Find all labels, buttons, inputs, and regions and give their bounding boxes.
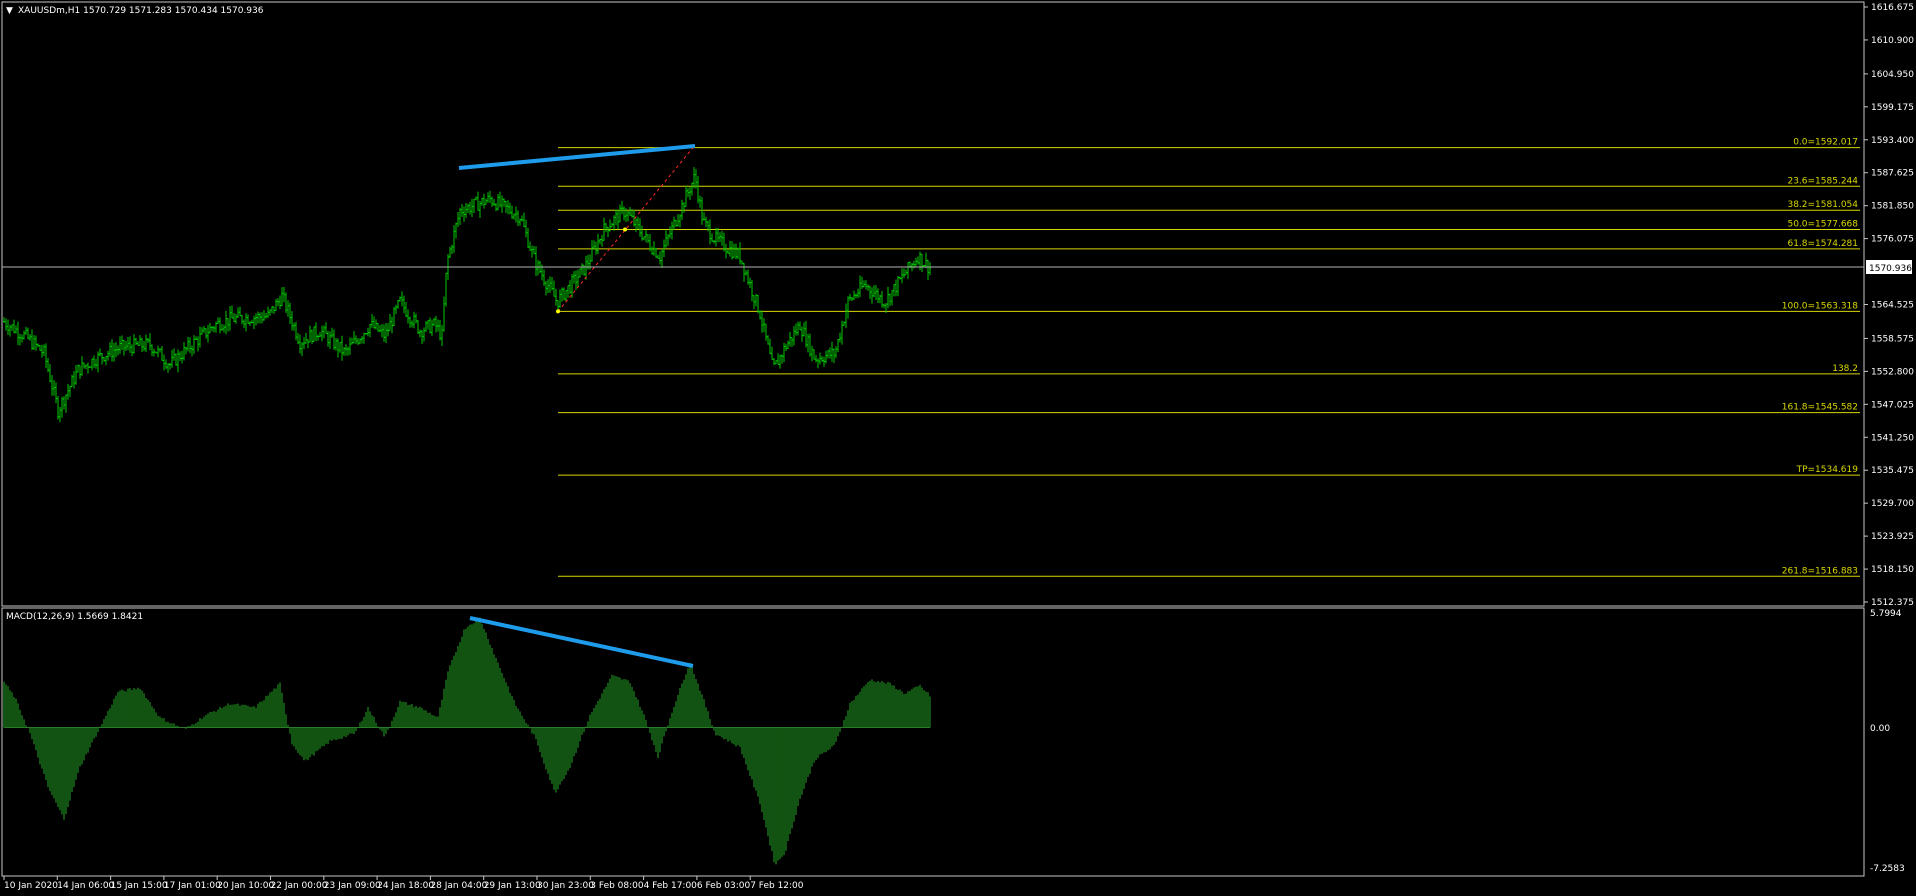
time-axis-label: 29 Jan 13:00 — [484, 881, 541, 891]
price-axis-label: 1610.900 — [1871, 36, 1914, 46]
price-axis-label: 1576.075 — [1871, 235, 1914, 245]
price-axis-label: 1604.950 — [1871, 70, 1914, 80]
time-axis-label: 15 Jan 15:00 — [111, 881, 168, 891]
time-axis-label: 17 Jan 01:00 — [164, 881, 221, 891]
price-axis-label: 1523.925 — [1871, 532, 1914, 542]
macd-axis-label-zero: 0.00 — [1870, 724, 1890, 734]
time-axis-label: 22 Jan 00:00 — [271, 881, 328, 891]
fib-level-label: 50.0=1577.668 — [1787, 220, 1858, 230]
time-axis-label: 10 Jan 2020 — [4, 881, 58, 891]
fib-level-label: 261.8=1516.883 — [1782, 566, 1858, 576]
macd-axis-label-max: 5.7994 — [1870, 609, 1902, 619]
fib-level-label: TP=1534.619 — [1796, 465, 1859, 475]
fib-level-label: 100.0=1563.318 — [1782, 301, 1859, 311]
price-axis-label: 1616.675 — [1871, 3, 1914, 13]
price-axis-label: 1541.250 — [1871, 433, 1914, 443]
trading-terminal-chart[interactable]: 0.0=1592.017 23.6=1585.244 38.2=1581.054 50… — [0, 0, 1916, 896]
price-axis-label: 1564.525 — [1871, 301, 1914, 311]
fib-level-label: 23.6=1585.244 — [1787, 176, 1858, 186]
price-axis-label: 1558.575 — [1871, 334, 1914, 344]
time-axis-label: 6 Feb 03:00 — [697, 881, 751, 891]
price-axis-label: 1547.025 — [1871, 400, 1914, 410]
price-axis-label: 1587.625 — [1871, 169, 1914, 179]
time-axis-label: 14 Jan 06:00 — [57, 881, 114, 891]
time-axis-label: 28 Jan 04:00 — [430, 881, 487, 891]
chart-background — [0, 0, 1916, 896]
time-axis-label: 30 Jan 23:00 — [537, 881, 594, 891]
time-axis-label: 7 Feb 12:00 — [750, 881, 804, 891]
current-price-label: 1570.936 — [1869, 264, 1912, 274]
fib-mid-point — [623, 227, 627, 232]
time-axis-label: 20 Jan 10:00 — [217, 881, 274, 891]
price-axis-label: 1529.700 — [1871, 499, 1914, 509]
time-axis-label: 4 Feb 17:00 — [644, 881, 698, 891]
price-axis-label: 1599.175 — [1871, 103, 1914, 113]
collapse-caret-icon[interactable]: ▼ — [6, 6, 13, 16]
price-axis-label: 1512.375 — [1871, 598, 1914, 608]
fib-anchor-point — [556, 309, 560, 314]
fib-level-label: 138.2 — [1832, 364, 1858, 374]
price-axis-label: 1535.475 — [1871, 466, 1914, 476]
symbol-header: XAUUSDm,H1 1570.729 1571.283 1570.434 15… — [18, 6, 264, 16]
price-axis-label: 1593.400 — [1871, 136, 1914, 146]
price-axis-label: 1552.800 — [1871, 367, 1914, 377]
fib-level-label: 61.8=1574.281 — [1787, 239, 1858, 249]
price-axis-label: 1581.850 — [1871, 202, 1914, 212]
fib-level-label: 161.8=1545.582 — [1782, 403, 1858, 413]
time-axis-label: 23 Jan 09:00 — [324, 881, 381, 891]
time-axis-label: 24 Jan 18:00 — [377, 881, 434, 891]
macd-header: MACD(12,26,9) 1.5669 1.8421 — [6, 612, 143, 622]
price-axis-label: 1518.150 — [1871, 565, 1914, 575]
time-axis-label: 3 Feb 08:00 — [590, 881, 644, 891]
fib-level-label: 0.0=1592.017 — [1793, 138, 1858, 148]
fib-level-label: 38.2=1581.054 — [1787, 200, 1858, 210]
macd-axis-label-min: -7.2583 — [1870, 864, 1905, 874]
